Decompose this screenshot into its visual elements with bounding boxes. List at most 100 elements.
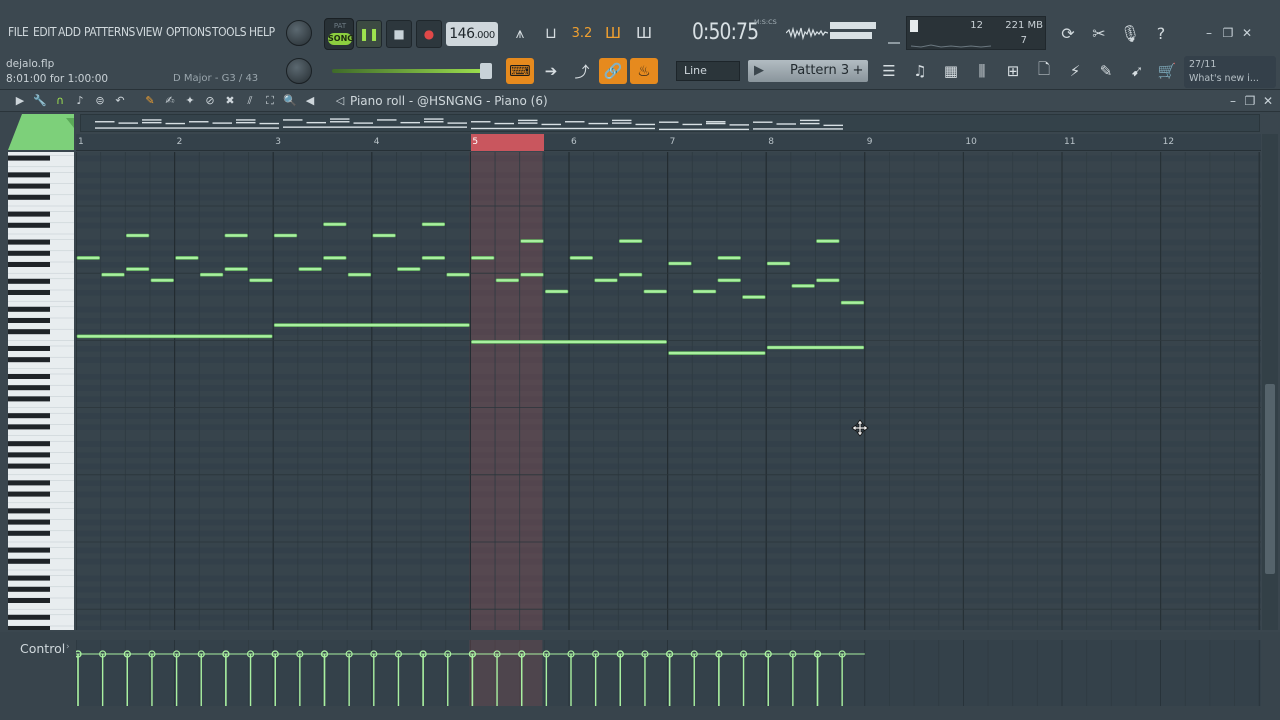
velocity-tab-corner[interactable] — [8, 114, 74, 152]
note-icon[interactable]: ♪ — [72, 93, 88, 109]
note[interactable] — [618, 272, 643, 277]
cut-icon[interactable]: ✂ — [1087, 22, 1111, 46]
menu-arrow-icon[interactable]: ▶ — [12, 93, 28, 109]
black-key[interactable] — [8, 306, 50, 312]
blend-notes-icon[interactable]: Ш — [599, 20, 627, 46]
black-key[interactable] — [8, 250, 50, 256]
bell-icon[interactable]: ♨ — [630, 58, 658, 84]
note[interactable] — [717, 256, 741, 260]
note[interactable] — [397, 267, 421, 271]
black-key[interactable] — [8, 329, 50, 335]
pause-button[interactable]: ❚❚ — [356, 20, 382, 48]
slider-handle[interactable] — [480, 63, 492, 79]
refresh-icon[interactable]: ⟳ — [1056, 22, 1080, 46]
menu-add[interactable]: ADD — [58, 24, 81, 39]
note[interactable] — [594, 278, 618, 283]
restore-icon[interactable]: ❐ — [1221, 26, 1235, 40]
black-key[interactable] — [8, 480, 50, 486]
note[interactable] — [717, 278, 741, 283]
wait-input-icon[interactable]: ⊔ — [537, 20, 565, 46]
black-key[interactable] — [8, 222, 50, 228]
piano-roll-icon[interactable]: ♫ — [906, 58, 934, 84]
piano-keys[interactable] — [8, 152, 74, 630]
timeline-ruler[interactable]: 1 2 3 4 5 6 7 8 9 10 11 12 — [76, 134, 1261, 151]
note[interactable] — [249, 278, 273, 283]
black-key[interactable] — [8, 413, 50, 419]
mixer-icon[interactable]: ⫼ — [968, 58, 996, 84]
pr-minimize-icon[interactable]: – — [1226, 94, 1240, 108]
playback-icon[interactable]: ◀ — [302, 93, 318, 109]
countdown-icon[interactable]: 3.2 — [568, 20, 596, 46]
vertical-scroll-thumb[interactable] — [1265, 384, 1275, 574]
note[interactable] — [101, 272, 125, 277]
paint-drum-icon[interactable]: ✦ — [182, 93, 198, 109]
note[interactable] — [495, 278, 519, 283]
undo-icon[interactable]: ↶ — [112, 93, 128, 109]
typing-keyboard-icon[interactable]: ⌨ — [506, 58, 534, 84]
note[interactable] — [618, 239, 643, 243]
note[interactable] — [816, 278, 840, 283]
pencil-icon[interactable]: ✎ — [142, 93, 158, 109]
black-key[interactable] — [8, 396, 50, 402]
menu-view[interactable]: VIEW — [136, 24, 163, 39]
menu-edit[interactable]: EDIT — [33, 24, 57, 39]
black-key[interactable] — [8, 385, 50, 391]
black-key[interactable] — [8, 598, 50, 603]
link-icon[interactable]: 🔗 — [599, 58, 627, 84]
black-key[interactable] — [8, 194, 50, 200]
control-target-label[interactable]: Control — [20, 641, 65, 656]
note[interactable] — [766, 345, 865, 350]
browser-icon[interactable]: ⊞ — [999, 58, 1027, 84]
zoom-icon[interactable]: 🔍 — [282, 93, 298, 109]
black-key[interactable] — [8, 558, 50, 564]
black-key[interactable] — [8, 626, 50, 630]
black-key[interactable] — [8, 508, 50, 514]
delete-icon[interactable]: ⊘ — [202, 93, 218, 109]
note[interactable] — [471, 340, 667, 344]
channel-rack-icon[interactable]: ▦ — [937, 58, 965, 84]
note[interactable] — [569, 256, 593, 260]
snap-mode-select[interactable]: Line — [676, 61, 740, 81]
black-key[interactable] — [8, 491, 50, 497]
help-icon[interactable]: ? — [1149, 22, 1173, 46]
menu-file[interactable]: FILE — [8, 24, 29, 39]
note[interactable] — [840, 300, 865, 305]
note[interactable] — [323, 256, 347, 260]
piano-keyboard[interactable] — [8, 152, 74, 630]
loop-record-icon[interactable]: Ш — [630, 20, 658, 46]
note[interactable] — [545, 289, 569, 294]
wrench-icon[interactable]: 🔧 — [32, 93, 48, 109]
note[interactable] — [692, 289, 717, 294]
news-panel[interactable]: 27/11 What's new i... — [1184, 56, 1276, 88]
playlist-icon[interactable]: ☰ — [875, 58, 903, 84]
note[interactable] — [323, 222, 347, 227]
note[interactable] — [347, 272, 372, 277]
song-time-display[interactable]: 0:50:75 — [692, 15, 759, 46]
note[interactable] — [224, 267, 248, 271]
note[interactable] — [421, 222, 446, 227]
black-key[interactable] — [8, 519, 50, 525]
note-grid-canvas[interactable] — [76, 152, 1261, 630]
note[interactable] — [224, 233, 248, 238]
note[interactable] — [520, 272, 544, 277]
black-key[interactable] — [8, 318, 50, 323]
note[interactable] — [199, 272, 224, 277]
project-icon[interactable]: 🗋 — [1030, 58, 1058, 84]
black-key[interactable] — [8, 346, 50, 351]
note[interactable] — [421, 256, 446, 260]
black-key[interactable] — [8, 547, 50, 553]
slide-icon[interactable]: ⤴ — [568, 58, 596, 84]
note[interactable] — [643, 289, 667, 294]
cpu-memory-panel[interactable]: 12 221 MB 7 — [906, 16, 1046, 50]
black-key[interactable] — [8, 183, 50, 189]
shop-icon[interactable]: 🛒 — [1153, 58, 1181, 84]
speaker-icon[interactable]: ◁ — [332, 93, 348, 109]
note[interactable] — [816, 239, 840, 243]
note[interactable] — [273, 233, 298, 238]
black-key[interactable] — [8, 155, 50, 161]
song-overview-scrollbar[interactable] — [80, 114, 1260, 132]
black-key[interactable] — [8, 530, 50, 536]
select-icon[interactable]: ⛶ — [262, 93, 278, 109]
note[interactable] — [76, 256, 100, 260]
note[interactable] — [273, 323, 470, 327]
